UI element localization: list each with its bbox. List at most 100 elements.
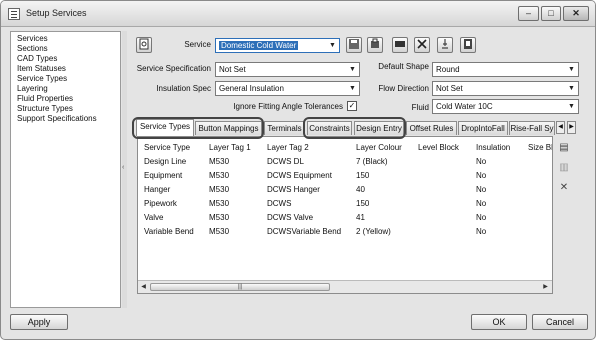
sidebar-item-services[interactable]: Services [17, 34, 48, 44]
tab-constraints[interactable]: Constraints [307, 121, 352, 135]
table-cell[interactable]: No [476, 157, 486, 167]
service-specification-dropdown[interactable]: Not Set ▼ [215, 62, 360, 77]
ignore-fitting-angle-checkbox[interactable]: ✓ [347, 101, 357, 111]
table-cell[interactable]: Design Line [144, 157, 186, 167]
service-dropdown[interactable]: Domestic Cold Water ▼ [215, 38, 340, 53]
insulation-spec-label: Insulation Spec [156, 84, 211, 93]
column-header[interactable]: Service Type [144, 143, 190, 153]
export-icon[interactable] [392, 37, 408, 53]
chevron-down-icon[interactable]: ▼ [347, 83, 358, 94]
tab-scroll-right-icon[interactable]: ▶ [567, 121, 576, 134]
info-icon[interactable] [460, 37, 476, 53]
scroll-left-icon[interactable]: ◀ [139, 282, 148, 292]
table-cell[interactable]: 150 [356, 199, 369, 209]
delete-icon[interactable] [414, 37, 430, 53]
table-cell[interactable]: DCWS DL [267, 157, 304, 167]
service-specification-value: Not Set [219, 65, 246, 74]
table-cell[interactable]: Hanger [144, 185, 170, 195]
table-cell[interactable]: M530 [209, 171, 229, 181]
table-cell[interactable]: M530 [209, 227, 229, 237]
category-list[interactable]: Services Sections CAD Types Item Statuse… [10, 31, 121, 308]
close-button[interactable]: ✕ [563, 6, 589, 21]
chevron-down-icon[interactable]: ▼ [566, 83, 577, 94]
maximize-button[interactable]: □ [541, 6, 561, 21]
scroll-right-icon[interactable]: ▶ [541, 282, 550, 292]
table-cell[interactable]: No [476, 213, 486, 223]
ok-button[interactable]: OK [471, 314, 527, 330]
panel-splitter[interactable]: ‹ [122, 31, 127, 308]
table-cell[interactable]: M530 [209, 185, 229, 195]
copy-icon[interactable] [367, 37, 383, 53]
tab-button-mappings[interactable]: Button Mappings [195, 121, 262, 135]
tab-scroll-left-icon[interactable]: ◀ [556, 121, 565, 134]
copy-row-icon[interactable]: ▥ [557, 161, 571, 175]
stamp-icon[interactable] [437, 37, 453, 53]
apply-button[interactable]: Apply [10, 314, 68, 330]
table-cell[interactable]: 7 (Black) [356, 157, 388, 167]
table-cell[interactable]: 2 (Yellow) [356, 227, 391, 237]
table-cell[interactable]: 40 [356, 185, 365, 195]
flow-direction-dropdown[interactable]: Not Set ▼ [432, 81, 579, 96]
sidebar-item-cad-types[interactable]: CAD Types [17, 54, 57, 64]
add-row-icon[interactable]: ▤ [557, 141, 571, 155]
tab-drop-into-fall[interactable]: DropIntoFall [458, 121, 508, 135]
table-cell[interactable]: 41 [356, 213, 365, 223]
table-cell[interactable]: 150 [356, 171, 369, 181]
column-header[interactable]: Insulation [476, 143, 510, 153]
table-cell[interactable]: Equipment [144, 171, 182, 181]
service-label: Service [184, 40, 211, 49]
tab-design-entry[interactable]: Design Entry [354, 121, 404, 135]
column-header[interactable]: Layer Tag 2 [267, 143, 309, 153]
service-types-table[interactable]: Service Type Layer Tag 1 Layer Tag 2 Lay… [137, 136, 553, 294]
table-cell[interactable]: DCWS Equipment [267, 171, 332, 181]
sidebar-item-structure-types[interactable]: Structure Types [17, 104, 73, 114]
table-cell[interactable]: No [476, 171, 486, 181]
page-icon[interactable] [136, 37, 152, 53]
column-header[interactable]: Layer Colour [356, 143, 402, 153]
sidebar-item-fluid-properties[interactable]: Fluid Properties [17, 94, 73, 104]
table-cell[interactable]: DCWS Valve [267, 213, 313, 223]
sidebar-item-layering[interactable]: Layering [17, 84, 48, 94]
tab-service-types[interactable]: Service Types [136, 119, 194, 136]
insulation-spec-dropdown[interactable]: General Insulation ▼ [215, 81, 360, 96]
default-shape-label: Default Shape [378, 62, 429, 71]
save-icon[interactable] [346, 37, 362, 53]
title-bar[interactable]: Setup Services – □ ✕ [1, 1, 595, 27]
collapse-arrow-icon[interactable]: ‹ [122, 163, 127, 173]
chevron-down-icon[interactable]: ▼ [327, 40, 338, 51]
table-cell[interactable]: No [476, 227, 486, 237]
flow-direction-label: Flow Direction [378, 84, 429, 93]
table-cell[interactable]: Pipework [144, 199, 177, 209]
sidebar-item-support-specifications[interactable]: Support Specifications [17, 114, 97, 124]
table-cell[interactable]: M530 [209, 213, 229, 223]
cancel-button[interactable]: Cancel [532, 314, 588, 330]
table-cell[interactable]: M530 [209, 157, 229, 167]
setup-services-window: Setup Services – □ ✕ Services Sections C… [0, 0, 596, 340]
sidebar-item-service-types[interactable]: Service Types [17, 74, 67, 84]
column-header[interactable]: Size Bl [528, 143, 552, 153]
table-cell[interactable]: DCWSVariable Bend [267, 227, 341, 237]
table-cell[interactable]: Valve [144, 213, 163, 223]
table-cell[interactable]: No [476, 185, 486, 195]
horizontal-scrollbar[interactable]: ◀ ||| ▶ [138, 280, 552, 293]
table-cell[interactable]: Variable Bend [144, 227, 194, 237]
column-header[interactable]: Layer Tag 1 [209, 143, 251, 153]
default-shape-dropdown[interactable]: Round ▼ [432, 62, 579, 77]
tab-offset-rules[interactable]: Offset Rules [406, 121, 457, 135]
table-cell[interactable]: DCWS [267, 199, 291, 209]
sidebar-item-item-statuses[interactable]: Item Statuses [17, 64, 66, 74]
table-cell[interactable]: DCWS Hanger [267, 185, 320, 195]
scroll-thumb[interactable]: ||| [150, 283, 330, 291]
delete-row-icon[interactable]: ✕ [557, 181, 571, 195]
tab-rise-fall[interactable]: Rise-Fall Sy [509, 121, 555, 135]
minimize-button[interactable]: – [518, 6, 539, 21]
fluid-dropdown[interactable]: Cold Water 10C ▼ [432, 99, 579, 114]
chevron-down-icon[interactable]: ▼ [566, 101, 577, 112]
chevron-down-icon[interactable]: ▼ [347, 64, 358, 75]
column-header[interactable]: Level Block [418, 143, 459, 153]
sidebar-item-sections[interactable]: Sections [17, 44, 48, 54]
chevron-down-icon[interactable]: ▼ [566, 64, 577, 75]
table-cell[interactable]: No [476, 199, 486, 209]
tab-terminals[interactable]: Terminals [264, 121, 305, 135]
table-cell[interactable]: M530 [209, 199, 229, 209]
